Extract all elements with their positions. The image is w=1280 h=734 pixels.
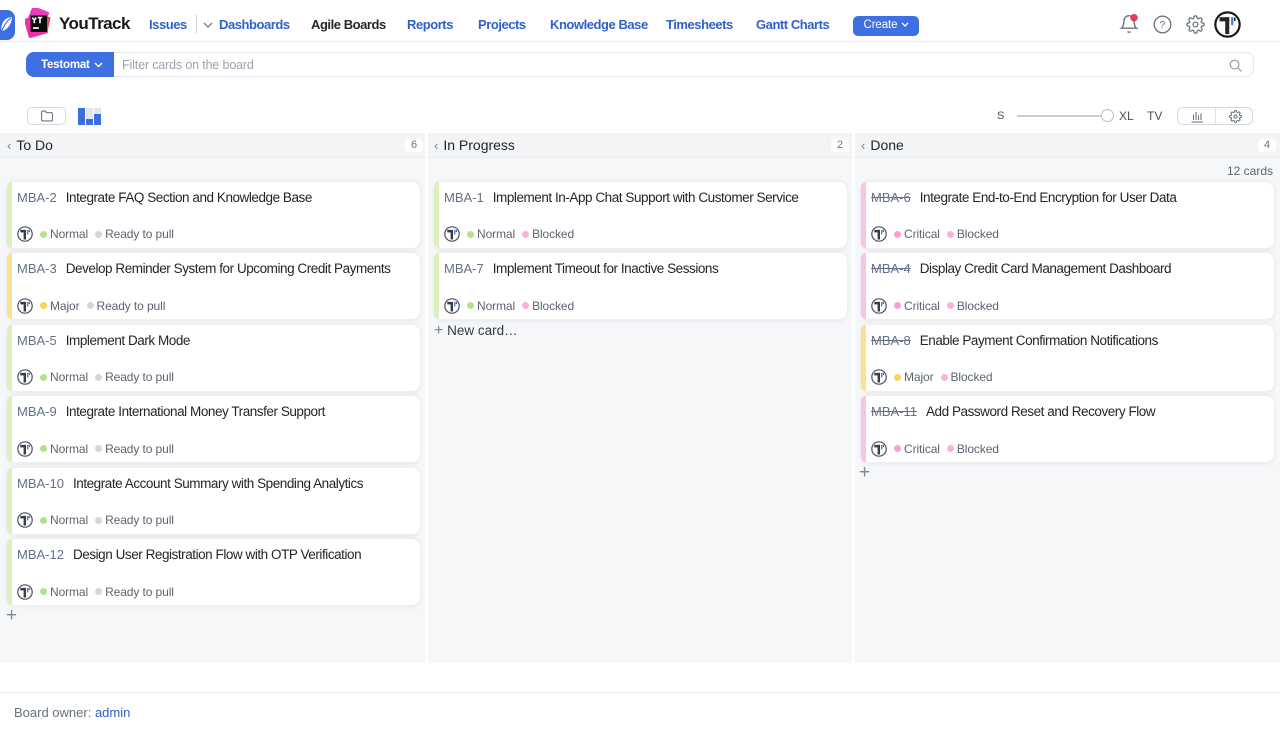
svg-text:?: ? [1159,20,1165,31]
